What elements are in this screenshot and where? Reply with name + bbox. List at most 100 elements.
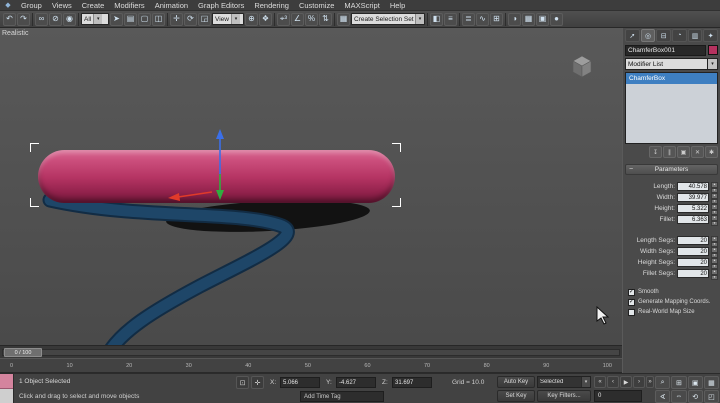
select-object-icon[interactable]: ➤: [110, 13, 123, 26]
make-unique-icon[interactable]: ▣: [677, 146, 690, 158]
mini-listener-macro-row[interactable]: [0, 374, 13, 389]
zoom-extents-icon[interactable]: ▣: [688, 376, 703, 389]
checkbox-row-real-world-map[interactable]: Real-World Map Size: [625, 307, 718, 317]
checkbox-unchecked-icon[interactable]: [628, 309, 635, 316]
parameters-rollout-header[interactable]: − Parameters: [625, 164, 718, 175]
height-field[interactable]: 5.322: [677, 204, 709, 213]
app-logo-icon[interactable]: ◆: [3, 1, 13, 10]
select-and-rotate-icon[interactable]: ⟳: [184, 13, 197, 26]
time-slider[interactable]: 0 / 100: [0, 345, 622, 358]
x-coord-field[interactable]: 5.066: [280, 377, 320, 388]
stack-item-chamferbox[interactable]: ChamferBox: [626, 73, 717, 84]
height-segs-field[interactable]: 20: [677, 258, 709, 267]
length-spinner[interactable]: ▴▾: [711, 182, 718, 191]
mirror-icon[interactable]: ◧: [430, 13, 443, 26]
object-name-field[interactable]: ChamferBox001: [625, 45, 706, 56]
width-spinner[interactable]: ▴▾: [711, 193, 718, 202]
menu-views[interactable]: Views: [47, 0, 77, 11]
angle-snap-icon[interactable]: ∠: [291, 13, 304, 26]
menu-help[interactable]: Help: [385, 0, 410, 11]
viewport-shading-label[interactable]: Realistic: [2, 30, 28, 37]
tab-utilities-icon[interactable]: ✦: [703, 29, 718, 42]
snaps-toggle-icon[interactable]: ⌖³: [277, 13, 290, 26]
pan-view-icon[interactable]: ⇔: [671, 390, 686, 403]
track-bar[interactable]: 0 10 20 30 40 50 60 70 80 90 100: [0, 358, 622, 373]
modifier-list-dropdown[interactable]: Modifier List ▾: [625, 58, 718, 70]
select-and-manipulate-icon[interactable]: ❖: [259, 13, 272, 26]
curve-editor-icon[interactable]: ∿: [476, 13, 489, 26]
window-crossing-icon[interactable]: ◫: [152, 13, 165, 26]
menu-customize[interactable]: Customize: [294, 0, 339, 11]
fillet-segs-spinner[interactable]: ▴▾: [711, 269, 718, 278]
fillet-segs-field[interactable]: 20: [677, 269, 709, 278]
play-button[interactable]: ▶: [620, 376, 632, 388]
add-time-tag-field[interactable]: Add Time Tag: [300, 391, 384, 402]
tab-hierarchy-icon[interactable]: ⊟: [656, 29, 671, 42]
key-selection-dropdown[interactable]: Selected ▾: [537, 376, 591, 388]
tab-display-icon[interactable]: ▥: [688, 29, 703, 42]
time-slider-handle[interactable]: 0 / 100: [4, 348, 42, 357]
current-frame-field[interactable]: 0: [594, 390, 642, 402]
menu-modifiers[interactable]: Modifiers: [109, 0, 149, 11]
configure-modifier-sets-icon[interactable]: ✱: [705, 146, 718, 158]
remove-modifier-icon[interactable]: ✕: [691, 146, 704, 158]
z-coord-field[interactable]: 31.697: [392, 377, 432, 388]
maximize-viewport-toggle-icon[interactable]: ◰: [704, 390, 719, 403]
selection-filter-dropdown[interactable]: All ▾: [81, 13, 109, 25]
unlink-selection-icon[interactable]: ⊘: [49, 13, 62, 26]
key-filters-button[interactable]: Key Filters...: [537, 390, 591, 402]
fillet-field[interactable]: 6.363: [677, 215, 709, 224]
modifier-stack[interactable]: ChamferBox: [625, 72, 718, 144]
menu-maxscript[interactable]: MAXScript: [339, 0, 384, 11]
select-and-scale-icon[interactable]: ◲: [198, 13, 211, 26]
checkbox-row-generate-mapping[interactable]: ✓ Generate Mapping Coords.: [625, 297, 718, 307]
spinner-down-icon[interactable]: ▾: [711, 221, 718, 227]
select-and-link-icon[interactable]: ∞: [35, 13, 48, 26]
height-segs-spinner[interactable]: ▴▾: [711, 258, 718, 267]
time-slider-track[interactable]: [2, 349, 620, 356]
previous-frame-button[interactable]: ‹: [607, 376, 619, 388]
height-spinner[interactable]: ▴▾: [711, 204, 718, 213]
fillet-spinner[interactable]: ▴▾: [711, 215, 718, 224]
show-end-result-icon[interactable]: ∥: [663, 146, 676, 158]
undo-icon[interactable]: ↶: [3, 13, 16, 26]
chamferbox-object[interactable]: [38, 150, 395, 203]
go-to-start-button[interactable]: «: [594, 376, 606, 388]
render-setup-icon[interactable]: ▦: [522, 13, 535, 26]
select-and-move-icon[interactable]: ✛: [170, 13, 183, 26]
rendered-frame-window-icon[interactable]: ▣: [536, 13, 549, 26]
maxscript-mini-listener[interactable]: [0, 374, 14, 403]
go-to-end-button[interactable]: »: [646, 376, 654, 388]
render-production-icon[interactable]: ●: [550, 13, 563, 26]
use-pivot-point-icon[interactable]: ⊕: [245, 13, 258, 26]
redo-icon[interactable]: ↷: [17, 13, 30, 26]
pin-stack-icon[interactable]: ↧: [649, 146, 662, 158]
menu-create[interactable]: Create: [77, 0, 110, 11]
schematic-view-icon[interactable]: ⊞: [490, 13, 503, 26]
zoom-extents-all-icon[interactable]: ▦: [704, 376, 719, 389]
field-of-view-icon[interactable]: ∢: [655, 390, 670, 403]
width-field[interactable]: 39.977: [677, 193, 709, 202]
width-segs-field[interactable]: 20: [677, 247, 709, 256]
length-field[interactable]: 40.578: [677, 182, 709, 191]
y-coord-field[interactable]: -4.627: [336, 377, 376, 388]
mini-listener-script-row[interactable]: [0, 389, 13, 403]
tab-create-icon[interactable]: ➚: [625, 29, 640, 42]
named-selection-sets-dropdown[interactable]: Create Selection Set ▾: [351, 13, 425, 25]
edit-named-selection-sets-icon[interactable]: ▦: [337, 13, 350, 26]
menu-animation[interactable]: Animation: [150, 0, 193, 11]
object-color-swatch[interactable]: [708, 45, 718, 55]
checkbox-checked-icon[interactable]: ✓: [628, 289, 635, 296]
length-segs-field[interactable]: 20: [677, 236, 709, 245]
set-key-button[interactable]: Set Key: [497, 390, 535, 402]
auto-key-button[interactable]: Auto Key: [497, 376, 535, 388]
percent-snap-icon[interactable]: %: [305, 13, 318, 26]
reference-coordinate-system-dropdown[interactable]: View ▾: [212, 13, 244, 25]
width-segs-spinner[interactable]: ▴▾: [711, 247, 718, 256]
orbit-icon[interactable]: ⟲: [688, 390, 703, 403]
rectangular-selection-region-icon[interactable]: ▢: [138, 13, 151, 26]
menu-graph-editors[interactable]: Graph Editors: [193, 0, 249, 11]
menu-group[interactable]: Group: [16, 0, 47, 11]
layer-manager-icon[interactable]: ≣: [462, 13, 475, 26]
checkbox-row-smooth[interactable]: ✓ Smooth: [625, 287, 718, 297]
